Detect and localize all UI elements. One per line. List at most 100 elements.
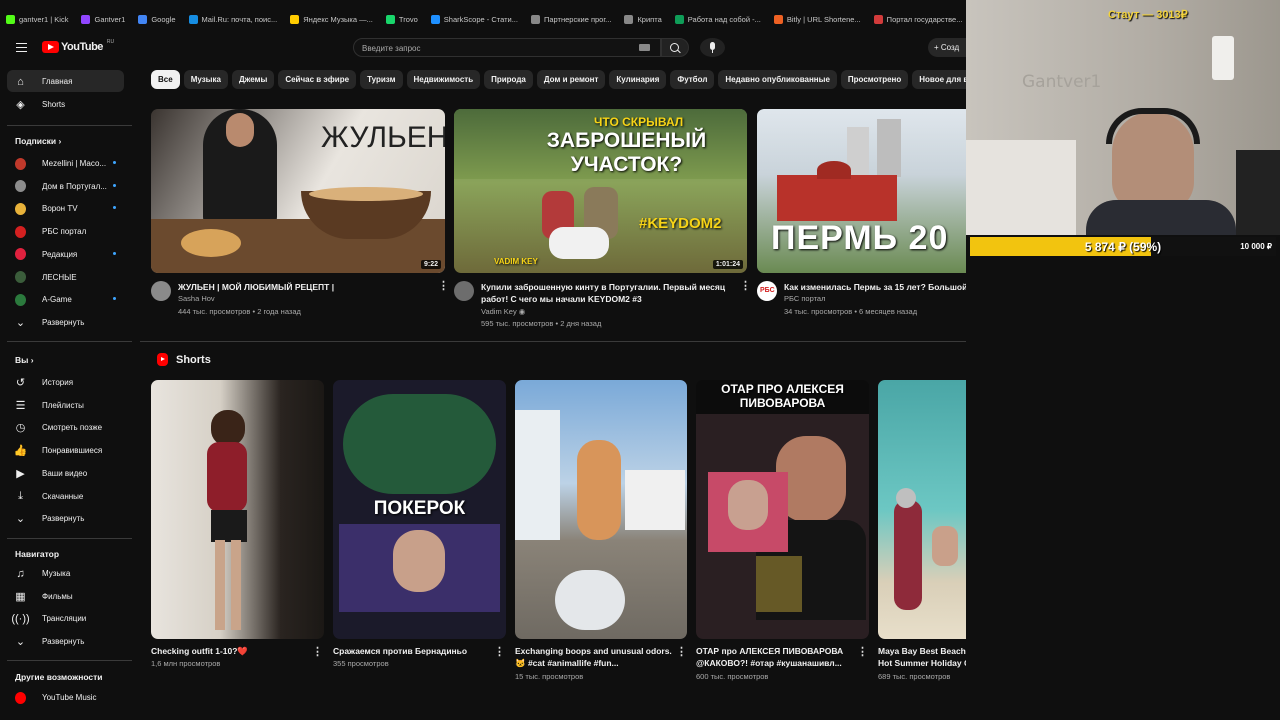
bookmark-item[interactable]: Trovo <box>385 14 418 24</box>
filter-chip[interactable]: Сейчас в эфире <box>278 70 357 89</box>
sidebar-divider <box>7 660 132 661</box>
sidebar-item[interactable]: ↺ История <box>7 371 124 393</box>
channel-name[interactable]: Sasha Hov <box>178 293 215 305</box>
bookmark-item[interactable]: Партнерские прог... <box>530 14 611 24</box>
filter-chip[interactable]: Дом и ремонт <box>536 70 606 89</box>
video-title[interactable]: Купили заброшенную кинту в Португалии. П… <box>481 281 733 305</box>
short-title[interactable]: Exchanging boops and unusual odors. 🐱 #c… <box>515 645 673 669</box>
more-icon[interactable] <box>740 284 743 289</box>
more-icon[interactable] <box>676 650 679 655</box>
short-title[interactable]: ОТАР про АЛЕКСЕЯ ПИВОВАРОВА @КАКОВО?! #о… <box>696 645 856 669</box>
sidebar-item[interactable]: Дом в Португал... <box>7 175 124 197</box>
sidebar-item[interactable]: ⌂ Главная <box>7 70 124 92</box>
bookmark-item[interactable]: gantver1 | Kick <box>6 14 68 24</box>
sidebar-item[interactable]: YouTube Music <box>7 686 124 708</box>
channel-avatar[interactable]: РБС <box>757 281 777 301</box>
more-icon[interactable] <box>438 284 441 289</box>
sidebar-item[interactable]: ⌄ Развернуть <box>7 507 124 529</box>
search-input[interactable]: Введите запрос <box>353 38 661 57</box>
sidebar-item[interactable]: ⌄ Развернуть <box>7 630 124 652</box>
more-icon[interactable] <box>857 650 860 655</box>
more-icon[interactable] <box>494 650 497 655</box>
thumbnail-leg <box>215 540 225 630</box>
webcam-overlay: Gantver1 <box>966 0 1280 235</box>
donation-goal-max: 10 000 ₽ <box>1240 242 1272 251</box>
sidebar-item[interactable]: Редакция <box>7 243 124 265</box>
bookmark-item[interactable]: Крипта <box>624 14 662 24</box>
video-title[interactable]: Как изменилась Пермь за 15 лет? Большой <box>784 281 966 293</box>
sidebar-item[interactable]: 👍 Понравившиеся <box>7 439 124 461</box>
channel-avatar[interactable] <box>454 281 474 301</box>
sidebar-item[interactable]: ♫ Музыка <box>7 562 124 584</box>
youtube-logo[interactable]: YouTube RU <box>42 39 114 53</box>
sidebar-item[interactable]: A-Game <box>7 288 124 310</box>
sidebar-item[interactable]: ((·)) Трансляции <box>7 607 124 629</box>
bookmark-item[interactable]: Портал государстве... <box>873 14 962 24</box>
bookmark-item[interactable]: Gantver1 <box>81 14 125 24</box>
channel-name[interactable]: РБС портал <box>784 293 825 305</box>
thumbnail-tart <box>181 229 241 257</box>
filter-chip[interactable]: Природа <box>484 70 533 89</box>
short-thumbnail[interactable]: ПОКЕРОК <box>333 380 506 639</box>
sidebar-item[interactable]: ☰ Плейлисты <box>7 394 124 416</box>
bookmark-item[interactable]: Яндекс Музыка —... <box>290 14 373 24</box>
channel-name[interactable]: Vadim Key ◉ <box>481 306 525 318</box>
like-icon: 👍 <box>13 445 28 458</box>
channel-avatar[interactable] <box>151 281 171 301</box>
filter-chip[interactable]: Недавно опубликованные <box>718 70 837 89</box>
short-thumbnail[interactable] <box>515 380 687 639</box>
bookmark-item[interactable]: Mail.Ru: почта, поис... <box>188 14 277 24</box>
thumbnail-overlay-text: ПОКЕРОК <box>373 498 466 519</box>
navigator-header[interactable]: Навигатор <box>15 549 59 559</box>
sidebar-item[interactable]: ▶ Ваши видео <box>7 462 124 484</box>
video-thumbnail[interactable]: ПЕРМЬ 20 <box>757 109 966 273</box>
bookmark-item[interactable]: Google <box>138 14 176 24</box>
filter-chip[interactable]: Новое для в <box>912 70 966 89</box>
sidebar-item[interactable]: РБС портал <box>7 220 124 242</box>
sidebar-item[interactable]: ◈ Shorts <box>7 93 124 115</box>
video-thumbnail[interactable]: ЖУЛЬЕН 9:22 <box>151 109 445 273</box>
microphone-icon[interactable] <box>700 38 725 57</box>
video-thumbnail[interactable]: ЧТО СКРЫВАЛ ЗАБРОШЕНЫЙ УЧАСТОК? #KEYDOM2… <box>454 109 747 273</box>
bookmark-item[interactable]: Работа над собой -... <box>674 14 761 24</box>
sidebar-item[interactable]: Mezellini | Масо... <box>7 152 124 174</box>
menu-icon[interactable] <box>16 43 27 52</box>
filter-chip[interactable]: Просмотрено <box>840 70 909 89</box>
bookmark-favicon-icon <box>873 14 883 24</box>
short-title[interactable]: Maya Bay Best Beach Hot Summer Holiday C <box>878 645 966 669</box>
filter-chip[interactable]: Недвижимость <box>406 70 481 89</box>
bookmark-item[interactable]: Bitly | URL Shortene... <box>773 14 861 24</box>
other-header[interactable]: Другие возможности <box>15 672 103 682</box>
filter-chip[interactable]: Футбол <box>670 70 715 89</box>
channel-avatar-icon <box>15 248 26 261</box>
sidebar-item[interactable]: ⤓ Скачанные <box>7 485 124 507</box>
sidebar-item[interactable]: ⌄ Развернуть <box>7 311 124 333</box>
filter-chip[interactable]: Музыка <box>183 70 228 89</box>
sidebar-item[interactable]: ▦ Фильмы <box>7 585 124 607</box>
sidebar-item[interactable]: ЛЕСНЫЕ <box>7 266 124 288</box>
bookmark-item[interactable]: SharkScope - Стати... <box>430 14 518 24</box>
subscriptions-header[interactable]: Подписки › <box>15 136 61 146</box>
filter-chip[interactable]: Джемы <box>231 70 275 89</box>
thumbnail-house <box>625 470 685 530</box>
short-thumbnail[interactable] <box>878 380 966 639</box>
more-icon[interactable] <box>312 650 315 655</box>
video-title[interactable]: ЖУЛЬЕН | МОЙ ЛЮБИМЫЙ РЕЦЕПТ | <box>178 281 433 293</box>
sidebar-item-label: A-Game <box>42 295 72 305</box>
logo-text: YouTube <box>61 41 103 53</box>
thumbnail-hair <box>211 410 245 446</box>
short-title[interactable]: Сражаемся против Бернадиньо <box>333 645 493 657</box>
sidebar-item[interactable]: ◷ Смотреть позже <box>7 416 124 438</box>
sidebar-item[interactable]: Ворон ТV <box>7 197 124 219</box>
keyboard-icon[interactable] <box>639 44 650 51</box>
filter-chip[interactable]: Кулинария <box>609 70 667 89</box>
short-title[interactable]: Checking outfit 1-10?❤️ <box>151 645 311 657</box>
short-thumbnail[interactable] <box>151 380 324 639</box>
short-thumbnail[interactable]: ОТАР ПРО АЛЕКСЕЯ ПИВОВАРОВА <box>696 380 869 639</box>
filter-chip[interactable]: Все <box>151 70 180 89</box>
filter-chip[interactable]: Туризм <box>360 70 403 89</box>
new-content-dot <box>113 251 116 255</box>
thumbnail-person <box>894 500 922 610</box>
you-header[interactable]: Вы › <box>15 355 34 365</box>
search-button[interactable] <box>661 38 689 57</box>
